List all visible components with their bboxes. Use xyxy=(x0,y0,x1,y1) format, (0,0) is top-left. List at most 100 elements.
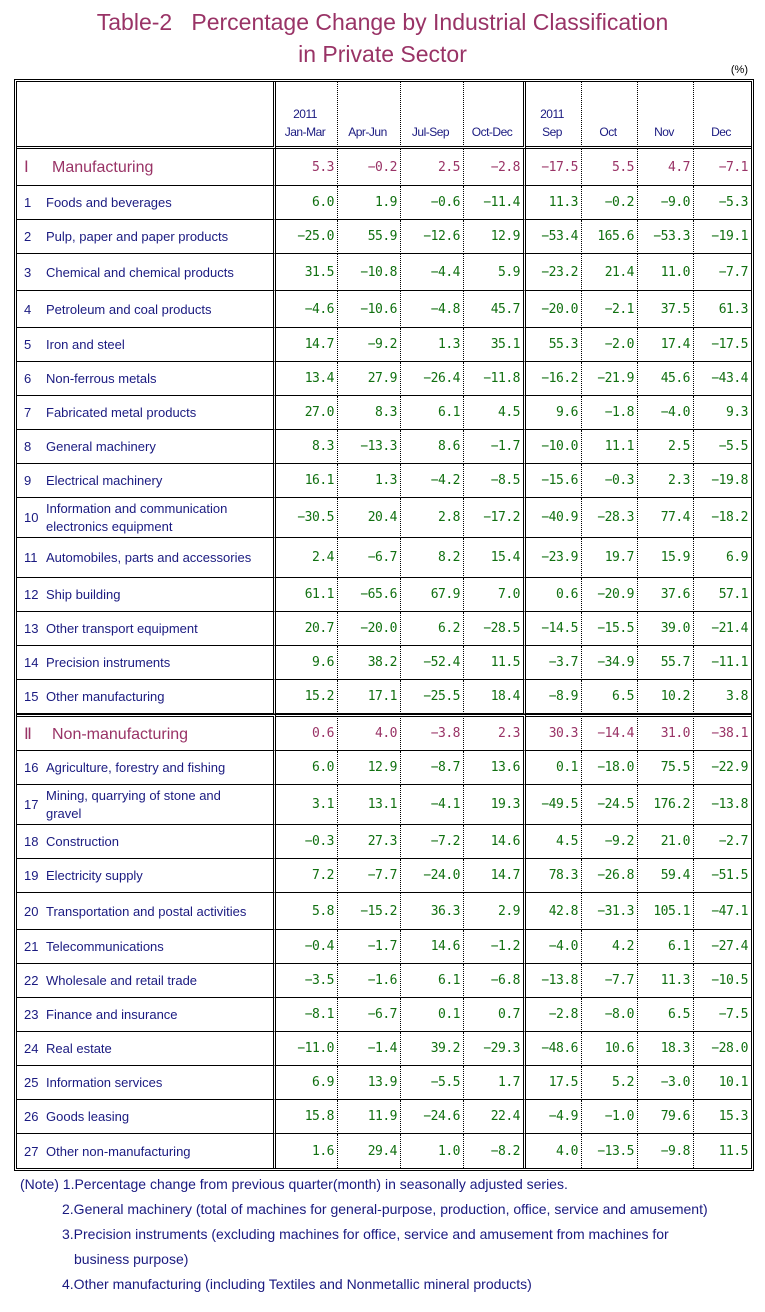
value-cell: 15.3 xyxy=(694,1100,751,1134)
page-title: Table-2 Percentage Change by Industrial … xyxy=(0,6,765,70)
table-row: 19 Electricity supply 7.2 −7.7 −24.0 14.7 78.3… xyxy=(17,859,751,893)
value-cell: 11.5 xyxy=(464,646,526,680)
industry-number: 14 xyxy=(24,655,39,670)
value-cell: −10.6 xyxy=(338,291,401,328)
industry-number: 17 xyxy=(24,797,39,812)
value-cell: 11.9 xyxy=(338,1100,401,1134)
value-cell: 15.4 xyxy=(464,538,526,578)
note-prefix: (Note) xyxy=(20,1176,59,1192)
table-row: 27 Other non-manufacturing 1.6 29.4 1.0 −8.2 4… xyxy=(17,1134,751,1168)
value-cell: −8.9 xyxy=(526,680,582,714)
value-cell: −0.4 xyxy=(276,930,338,964)
industry-number: 6 xyxy=(24,371,32,386)
value-cell: −49.5 xyxy=(526,785,582,825)
table-row: 20 Transportation and postal activities 5.… xyxy=(17,893,751,930)
value-cell: 27.9 xyxy=(338,362,401,396)
value-cell: −24.5 xyxy=(582,785,638,825)
section-value: −7.1 xyxy=(694,149,751,186)
industry-label: 4 Petroleum and coal products xyxy=(17,291,276,328)
value-cell: 2.4 xyxy=(276,538,338,578)
industry-name: Precision instruments xyxy=(46,655,171,670)
column-label: Oct xyxy=(599,125,617,139)
value-cell: −52.4 xyxy=(401,646,464,680)
section-value: 0.6 xyxy=(276,714,338,751)
industry-number: 27 xyxy=(24,1143,39,1159)
value-cell: 5.8 xyxy=(276,893,338,930)
industry-number: 18 xyxy=(24,834,39,849)
section-value: −2.8 xyxy=(464,149,526,186)
unit-label: (%) xyxy=(730,64,748,76)
column-year xyxy=(694,103,748,125)
table-row: 8 General machinery 8.3 −13.3 8.6 −1.7 −10.0 11… xyxy=(17,430,751,464)
value-cell: 37.5 xyxy=(638,291,694,328)
table-row: 22 Wholesale and retail trade −3.5 −1.6 6.1−… xyxy=(17,964,751,998)
value-cell: −14.5 xyxy=(526,612,582,646)
value-cell: 165.6 xyxy=(582,220,638,254)
industry-label-wrap: 11 Automobiles, parts and accessories xyxy=(24,549,256,567)
column-year xyxy=(638,103,690,125)
value-cell: 1.6 xyxy=(276,1134,338,1168)
section-row: Ⅱ Non-manufacturing 0.6 4.0 −3.8 2.3 30.3 −14.4… xyxy=(17,714,751,751)
value-cell: −53.3 xyxy=(638,220,694,254)
section-value: 4.0 xyxy=(338,714,401,751)
table-row: 2 Pulp, paper and paper products −25.0 55.9… xyxy=(17,220,751,254)
value-cell: 8.3 xyxy=(276,430,338,464)
value-cell: −53.4 xyxy=(526,220,582,254)
section-name: Manufacturing xyxy=(52,159,154,176)
industry-name: Pulp, paper and paper products xyxy=(46,229,229,244)
value-cell: −7.2 xyxy=(401,825,464,859)
industry-name: Foods and beverages xyxy=(46,195,172,210)
table-row: 18 Construction −0.3 27.3 −7.2 14.6 4.5 −9.2 21.… xyxy=(17,825,751,859)
industry-number: 26 xyxy=(24,1109,39,1124)
value-cell: −8.5 xyxy=(464,464,526,498)
value-cell: −0.3 xyxy=(276,825,338,859)
value-cell: 19.3 xyxy=(464,785,526,825)
value-cell: 59.4 xyxy=(638,859,694,893)
table-row: 17 Mining, quarrying of stone and gravel 3… xyxy=(17,785,751,825)
value-cell: −1.8 xyxy=(582,396,638,430)
value-cell: −15.2 xyxy=(338,893,401,930)
value-cell: 0.7 xyxy=(464,998,526,1032)
value-cell: 19.7 xyxy=(582,538,638,578)
value-cell: 57.1 xyxy=(694,578,751,612)
section-value: −38.1 xyxy=(694,714,751,751)
value-cell: 39.0 xyxy=(638,612,694,646)
value-cell: −20.9 xyxy=(582,578,638,612)
column-header: Jul-Sep xyxy=(401,82,464,149)
value-cell: −25.5 xyxy=(401,680,464,714)
industry-number: 4 xyxy=(24,301,32,317)
industry-name: Ship building xyxy=(46,587,121,602)
value-cell: −17.2 xyxy=(464,498,526,538)
title-line-1: Table-2 Percentage Change by Industrial … xyxy=(96,9,669,35)
industry-label: 15 Other manufacturing xyxy=(17,680,276,714)
value-cell: 2.8 xyxy=(401,498,464,538)
table-row: 12 Ship building 61.1 −65.6 67.9 7.0 0.6 −20.9 3… xyxy=(17,578,751,612)
industry-name: Other manufacturing xyxy=(46,689,165,704)
table-row: 5 Iron and steel 14.7 −9.2 1.3 35.1 55.3 −2.0 17… xyxy=(17,328,751,362)
value-cell: −16.2 xyxy=(526,362,582,396)
value-cell: −1.7 xyxy=(338,930,401,964)
industry-number: 12 xyxy=(24,587,39,602)
value-cell: 1.9 xyxy=(338,186,401,220)
value-cell: −10.5 xyxy=(694,964,751,998)
value-cell: 17.1 xyxy=(338,680,401,714)
industry-number: 9 xyxy=(24,473,32,488)
value-cell: 15.9 xyxy=(638,538,694,578)
value-cell: −0.2 xyxy=(582,186,638,220)
value-cell: 1.7 xyxy=(464,1066,526,1100)
industry-number: 2 xyxy=(24,229,32,244)
value-cell: −4.0 xyxy=(638,396,694,430)
value-cell: 9.3 xyxy=(694,396,751,430)
value-cell: 1.0 xyxy=(401,1134,464,1168)
value-cell: −4.4 xyxy=(401,254,464,291)
column-label: Apr-Jun xyxy=(348,125,387,139)
value-cell: 1.3 xyxy=(338,464,401,498)
industry-label-wrap: 17 Mining, quarrying of stone and gravel xyxy=(24,787,256,823)
value-cell: 55.7 xyxy=(638,646,694,680)
industry-number: 15 xyxy=(24,689,39,704)
industry-number: 11 xyxy=(24,550,38,565)
value-cell: 5.2 xyxy=(582,1066,638,1100)
value-cell: −7.5 xyxy=(694,998,751,1032)
value-cell: 2.9 xyxy=(464,893,526,930)
value-cell: −4.1 xyxy=(401,785,464,825)
